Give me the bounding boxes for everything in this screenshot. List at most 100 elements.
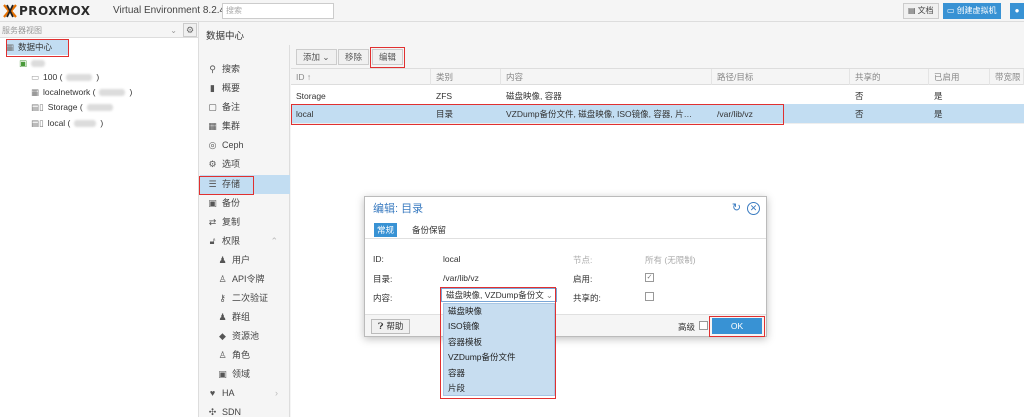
- nav-replication[interactable]: ⇄ 复制: [200, 213, 290, 232]
- cell-path: /var/lib/vz: [717, 109, 753, 119]
- add-button[interactable]: 添加 ⌄: [296, 49, 337, 65]
- advanced-toggle[interactable]: 高级: [678, 321, 695, 333]
- dropdown-option-ct-template[interactable]: 容器模板: [444, 335, 554, 350]
- notes-icon: ▢: [208, 102, 217, 112]
- nav-ha[interactable]: ♥ HA ›: [200, 384, 290, 403]
- directory-value: /var/lib/vz: [443, 273, 479, 283]
- advanced-checkbox[interactable]: [699, 321, 708, 330]
- book-icon: ▮: [210, 83, 215, 93]
- nav-pools[interactable]: ◆ 资源池: [200, 327, 290, 346]
- column-header-content[interactable]: 内容: [501, 69, 712, 85]
- cell-type: 目录: [436, 109, 454, 119]
- nav-users[interactable]: ♟ 用户: [200, 251, 290, 270]
- nav-label: 搜索: [222, 64, 241, 74]
- enable-checkbox[interactable]: ✓: [645, 273, 654, 282]
- docs-button[interactable]: ▤ 文档: [903, 3, 939, 19]
- remove-button[interactable]: 移除: [338, 49, 370, 65]
- advanced-label: 高级: [678, 322, 696, 332]
- chevron-down-icon: ⌄: [170, 26, 177, 35]
- column-header-id[interactable]: ID ↑: [291, 69, 431, 85]
- nav-backup[interactable]: ▣ 备份: [200, 194, 290, 213]
- database-icon: ☰: [208, 179, 217, 189]
- male-icon: ♙: [218, 350, 227, 360]
- nav-label: 权限: [222, 236, 241, 246]
- tree-item-storage[interactable]: ▤▯ Storage (: [31, 100, 113, 115]
- nav-groups[interactable]: ♟ 群组: [200, 308, 290, 327]
- nav-sdn[interactable]: ✣ SDN: [200, 403, 290, 417]
- tab-general[interactable]: 常规: [374, 223, 398, 237]
- page-title: 数据中心: [206, 31, 245, 42]
- nav-search[interactable]: ⚲ 搜索: [200, 60, 290, 79]
- tree-item-network[interactable]: ▦ localnetwork ( ): [31, 85, 132, 100]
- edit-button[interactable]: 编辑: [372, 49, 404, 65]
- question-icon: ❓︎: [378, 321, 384, 331]
- nav-summary[interactable]: ▮ 概要: [200, 79, 290, 98]
- global-search-input[interactable]: 搜索: [222, 3, 334, 19]
- view-select[interactable]: 服务器视图 ⌄: [2, 24, 180, 37]
- nav-label: 角色: [232, 350, 251, 360]
- storage-icon: ▤▯: [31, 102, 44, 112]
- tree-item-label: localnetwork (: [43, 87, 96, 97]
- gear-icon[interactable]: ⚙: [183, 23, 197, 37]
- dropdown-option-vzdump[interactable]: VZDump备份文件: [444, 350, 554, 365]
- column-header-bandwidth[interactable]: 带宽限: [990, 69, 1024, 85]
- help-button[interactable]: ❓︎ 帮助: [371, 319, 411, 334]
- nav-two-factor[interactable]: ⚷ 二次验证: [200, 289, 290, 308]
- tab-backup-retention[interactable]: 备份保留: [409, 223, 449, 237]
- logo-text: PROXMOX: [19, 4, 91, 18]
- table-row[interactable]: Storage ZFS 磁盘映像, 容器 否 是: [291, 86, 1024, 106]
- column-header-path[interactable]: 路径/目标: [712, 69, 850, 85]
- shared-label: 共享的:: [573, 293, 601, 303]
- nav-api-tokens[interactable]: ♙ API令牌: [200, 270, 290, 289]
- user-icon: ♟: [218, 255, 227, 265]
- cell-type: ZFS: [436, 91, 453, 101]
- dropdown-option-container[interactable]: 容器: [444, 366, 554, 381]
- nav-ceph[interactable]: ◎ Ceph: [200, 136, 290, 155]
- user-menu-icon[interactable]: ●: [1010, 3, 1024, 19]
- content-select-value: 磁盘映像, VZDump备份文件: [446, 290, 553, 300]
- dropdown-option-iso[interactable]: ISO镜像: [444, 319, 554, 334]
- nav-label: Ceph: [222, 140, 244, 150]
- id-label: ID:: [373, 254, 384, 264]
- nav-label: 存储: [222, 179, 241, 189]
- dropdown-option-snippets[interactable]: 片段: [444, 381, 554, 396]
- dropdown-option-disk-image[interactable]: 磁盘映像: [444, 304, 554, 319]
- column-header-shared[interactable]: 共享的: [850, 69, 929, 85]
- nav-permissions[interactable]: 🔓︎ 权限 ⌃: [200, 232, 290, 251]
- content-select[interactable]: 磁盘映像, VZDump备份文件 ⌄: [441, 288, 557, 302]
- nav-cluster[interactable]: ▦ 集群: [200, 117, 290, 136]
- unlock-icon: 🔓︎: [209, 236, 216, 246]
- close-icon[interactable]: ✕: [747, 202, 760, 215]
- nav-options[interactable]: ⚙ 选项: [200, 155, 290, 174]
- view-select-label: 服务器视图: [2, 26, 42, 35]
- nav-notes[interactable]: ▢ 备注: [200, 98, 290, 117]
- shared-checkbox[interactable]: [645, 292, 654, 301]
- ok-button[interactable]: OK: [712, 318, 762, 334]
- column-header-type[interactable]: 类别: [431, 69, 501, 85]
- column-header-enabled[interactable]: 已启用: [929, 69, 990, 85]
- gear-icon: ⚙: [208, 159, 217, 169]
- dialog-footer: ❓︎ 帮助 高级 OK: [365, 314, 766, 336]
- table-row[interactable]: local 目录 VZDump备份文件, 磁盘映像, ISO镜像, 容器, 片……: [291, 104, 1024, 124]
- tree-item-vm[interactable]: ▭ 100 ( ): [31, 70, 99, 85]
- tree-item-label: local (: [47, 118, 71, 128]
- tree-item-node[interactable]: ▣: [19, 56, 46, 71]
- directory-label: 目录:: [373, 274, 393, 284]
- nav-label: 二次验证: [232, 293, 269, 303]
- node-icon: ▣: [19, 58, 28, 68]
- storage-icon: ▤▯: [31, 118, 44, 128]
- cell-enabled: 是: [934, 109, 943, 119]
- create-vm-button[interactable]: ▭ 创建虚拟机: [943, 3, 1001, 19]
- tree-item-datacenter[interactable]: ▦ 数据中心: [6, 40, 68, 55]
- nav-realms[interactable]: ▣ 领域: [200, 365, 290, 384]
- datacenter-nav: ⚲ 搜索 ▮ 概要 ▢ 备注 ▦ 集群 ◎ Ceph ⚙ 选项 ☰ 存储 ▣ 备份 ⇄ 复制 🔓︎…: [200, 45, 290, 417]
- cell-id: Storage: [296, 91, 326, 101]
- tree-item-local[interactable]: ▤▯ local ( ): [31, 116, 103, 131]
- nav-storage[interactable]: ☰ 存储: [200, 175, 290, 194]
- content-label: 内容:: [373, 293, 393, 303]
- nav-label: 复制: [222, 217, 241, 227]
- nav-roles[interactable]: ♙ 角色: [200, 346, 290, 365]
- edit-directory-dialog: 编辑: 目录 ↻ ✕ 常规 备份保留 ID: local 目录: /var/li…: [364, 196, 767, 337]
- refresh-icon[interactable]: ↻: [730, 202, 743, 215]
- nav-label: 领域: [232, 369, 251, 379]
